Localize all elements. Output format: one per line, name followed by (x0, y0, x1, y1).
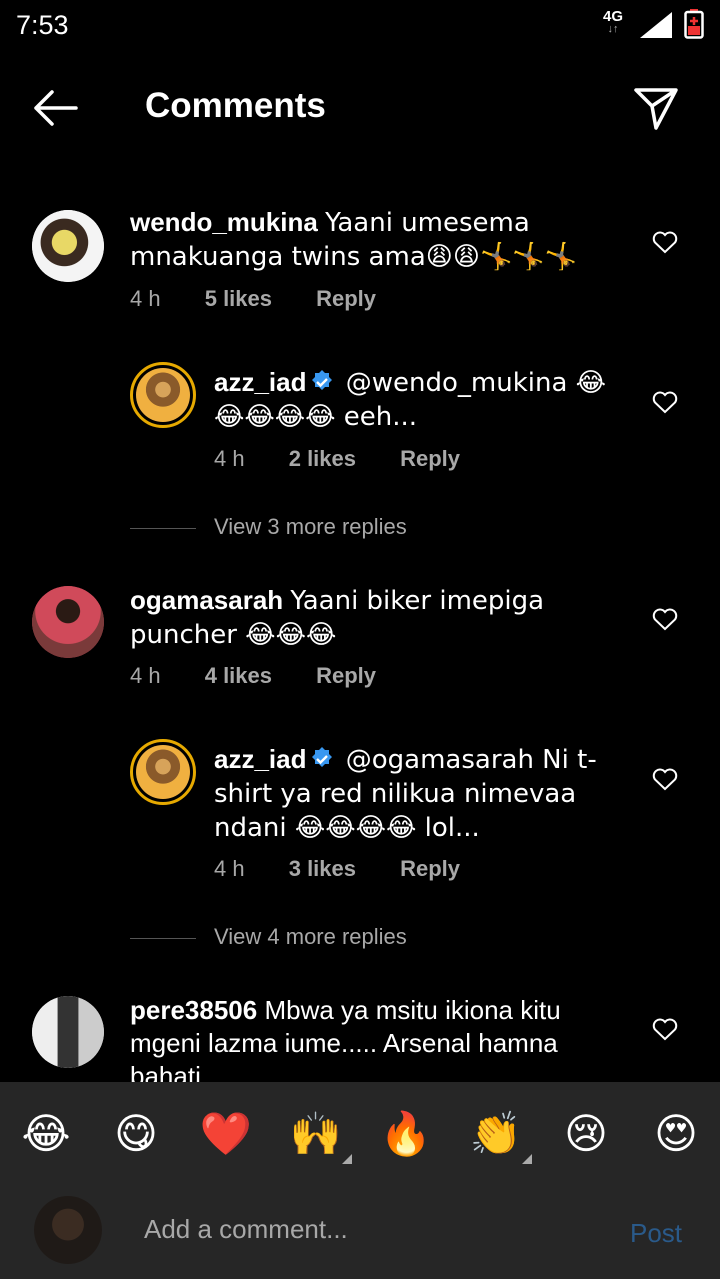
current-user-avatar (34, 1196, 102, 1264)
comment-username[interactable]: azz_iad (214, 744, 307, 774)
emoji-button[interactable]: 😢 (556, 1106, 616, 1162)
avatar[interactable] (32, 996, 104, 1068)
divider (130, 527, 196, 529)
verified-badge-icon (311, 370, 332, 390)
comment-text: ogamasarah Yaani biker imepiga puncher 😂… (130, 584, 600, 652)
comment-text: azz_iad @wendo_mukina 😂😂😂😂😂 eeh... (214, 366, 614, 434)
skin-tone-indicator (342, 1154, 352, 1164)
comment-username[interactable]: wendo_mukina (130, 207, 318, 237)
like-heart-icon[interactable] (652, 767, 678, 791)
comment-text: azz_iad @ogamasarah Ni t-shirt ya red ni… (214, 743, 614, 845)
comment-likes[interactable]: 2 likes (289, 446, 356, 472)
signal-icon (640, 12, 672, 38)
top-bar: Comments (0, 60, 720, 156)
reply-button[interactable]: Reply (400, 446, 460, 472)
avatar[interactable] (32, 210, 104, 282)
emoji-button[interactable]: 🙌 (286, 1106, 352, 1164)
comment-likes[interactable]: 4 likes (205, 663, 272, 689)
post-button[interactable]: Post (630, 1218, 682, 1249)
view-more-replies[interactable]: View 3 more replies (130, 514, 407, 540)
emoji-button[interactable]: 🔥 (376, 1106, 436, 1162)
network-indicator: 4G ↓↑ (600, 9, 626, 35)
comment-time: 4 h (130, 286, 161, 311)
comments-list[interactable]: wendo_mukina Yaani umesema mnakuanga twi… (0, 156, 720, 1082)
reply-button[interactable]: Reply (400, 856, 460, 882)
back-arrow-icon[interactable] (30, 88, 80, 128)
avatar[interactable] (32, 586, 104, 658)
comment-text: wendo_mukina Yaani umesema mnakuanga twi… (130, 206, 600, 274)
emoji-button[interactable]: 👏 (466, 1106, 532, 1164)
like-heart-icon[interactable] (652, 390, 678, 414)
emoji-glyph: 🙌 (289, 1109, 343, 1158)
comment-username[interactable]: pere38506 (130, 995, 257, 1025)
page-title: Comments (145, 86, 326, 125)
comment-likes[interactable]: 5 likes (205, 286, 272, 312)
emoji-glyph: 👏 (469, 1109, 523, 1158)
verified-badge-icon (311, 747, 332, 767)
comment-input[interactable]: Add a comment... (144, 1214, 348, 1245)
like-heart-icon[interactable] (652, 230, 678, 254)
like-heart-icon[interactable] (652, 607, 678, 631)
battery-icon (684, 9, 704, 39)
reply-button[interactable]: Reply (316, 286, 376, 312)
comment-time: 4 h (130, 663, 161, 688)
avatar[interactable] (130, 362, 196, 428)
avatar[interactable] (130, 739, 196, 805)
quick-emoji-bar: 😂 😋 ❤️ 🙌 🔥 👏 😢 😍 (0, 1082, 720, 1182)
skin-tone-indicator (522, 1154, 532, 1164)
comment-meta: 4 h 4 likes Reply (130, 663, 376, 689)
view-more-replies[interactable]: View 4 more replies (130, 924, 407, 950)
emoji-button[interactable]: 😂 (16, 1106, 76, 1162)
comment-time: 4 h (214, 446, 245, 471)
direct-message-icon[interactable] (630, 84, 682, 132)
comment-meta: 4 h 2 likes Reply (214, 446, 460, 472)
network-arrows: ↓↑ (607, 23, 619, 35)
comment-time: 4 h (214, 856, 245, 881)
view-more-label[interactable]: View 3 more replies (214, 514, 407, 539)
status-bar: 7:53 4G ↓↑ (0, 0, 720, 50)
comment-meta: 4 h 3 likes Reply (214, 856, 460, 882)
reply-button[interactable]: Reply (316, 663, 376, 689)
status-time: 7:53 (16, 10, 69, 40)
comment-username[interactable]: ogamasarah (130, 585, 283, 615)
emoji-button[interactable]: 😍 (646, 1106, 706, 1162)
emoji-button[interactable]: 😋 (106, 1106, 166, 1162)
comment-likes[interactable]: 3 likes (289, 856, 356, 882)
view-more-label[interactable]: View 4 more replies (214, 924, 407, 949)
like-heart-icon[interactable] (652, 1017, 678, 1041)
divider (130, 937, 196, 939)
comment-text: pere38506 Mbwa ya msitu ikiona kitu mgen… (130, 994, 610, 1082)
emoji-button[interactable]: ❤️ (196, 1106, 256, 1162)
comment-username[interactable]: azz_iad (214, 367, 307, 397)
comment-composer: Add a comment... Post (0, 1182, 720, 1279)
comment-meta: 4 h 5 likes Reply (130, 286, 376, 312)
